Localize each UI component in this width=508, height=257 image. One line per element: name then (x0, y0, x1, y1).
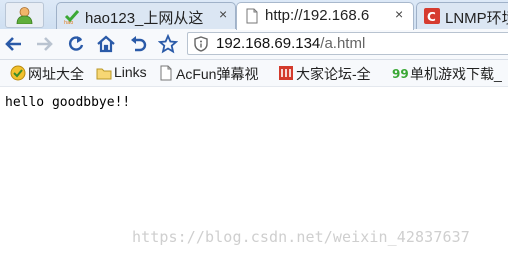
bookmarks-bar: 网址大全 Links AcFun弹幕视 大家论坛-全 99 单机游戏下载_ (0, 60, 508, 87)
svg-text:C: C (427, 10, 436, 24)
tab-title: http://192.168.6 (265, 7, 370, 24)
hao123-favicon-icon: hao (64, 10, 80, 24)
home-icon[interactable] (96, 34, 116, 54)
user-avatar-button[interactable] (5, 2, 44, 28)
bookmark-label: 大家论坛-全 (296, 66, 371, 82)
lnmp-favicon-icon: C (424, 8, 440, 24)
book-icon (279, 66, 293, 80)
page-icon (160, 65, 172, 81)
game-99-icon: 99 (392, 67, 408, 81)
security-shield-icon[interactable] (194, 36, 208, 52)
tab-title: hao123_上网从这 (85, 10, 204, 27)
folder-icon (96, 68, 112, 80)
undo-close-tab-icon[interactable] (128, 34, 148, 54)
page-body-text: hello goodbbye!! (5, 95, 131, 110)
page-favicon-icon (246, 8, 258, 24)
web-directory-icon (10, 65, 26, 81)
tab-lnmp[interactable]: C LNMP环境 (416, 2, 508, 29)
svg-text:hao: hao (64, 20, 73, 24)
bookmark-label: 单机游戏下载_ (410, 66, 502, 82)
back-arrow-icon[interactable] (4, 34, 24, 54)
user-avatar-icon (16, 7, 33, 24)
bookmark-label: 网址大全 (28, 66, 84, 82)
favorite-star-icon[interactable] (158, 34, 178, 54)
svg-text:99: 99 (392, 67, 408, 81)
url-text[interactable]: 192.168.69.134/a.html (216, 35, 365, 52)
tab-current-page[interactable]: http://192.168.6 × (236, 2, 414, 30)
tab-close-icon[interactable]: × (219, 6, 227, 22)
bookmark-label: AcFun弹幕视 (176, 66, 259, 82)
bookmark-label: Links (114, 64, 147, 80)
url-path: /a.html (320, 35, 366, 52)
tab-hao123[interactable]: hao hao123_上网从这 × (56, 2, 236, 29)
refresh-icon[interactable] (66, 34, 86, 54)
forward-arrow-icon[interactable] (34, 34, 54, 54)
tab-close-icon[interactable]: × (395, 6, 403, 22)
tab-strip: hao hao123_上网从这 × http://192.168.6 × C L… (0, 0, 508, 30)
navigation-toolbar: 192.168.69.134/a.html (0, 29, 508, 60)
watermark-text: https://blog.csdn.net/weixin_42837637 (132, 228, 470, 246)
address-bar[interactable]: 192.168.69.134/a.html (187, 32, 508, 55)
url-host: 192.168.69.134 (216, 35, 321, 52)
tab-title: LNMP环境 (445, 10, 508, 27)
